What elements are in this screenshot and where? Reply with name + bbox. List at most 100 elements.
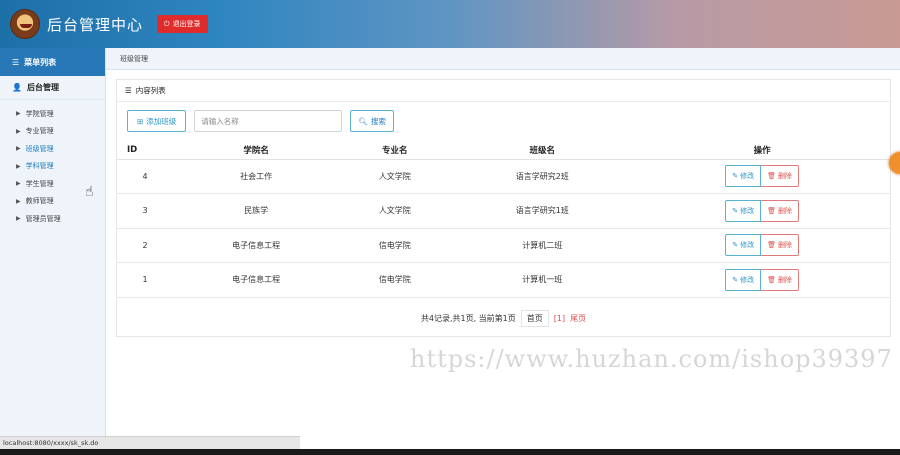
cell-class: 计算机二班 <box>450 228 635 263</box>
edit-button[interactable]: ✎ 修改 <box>725 234 762 257</box>
cell-actions: ✎ 修改 🗑︎ 删除 <box>634 193 890 229</box>
sidebar-item-label: 专业管理 <box>25 127 54 136</box>
table-row: 3 民族学 人文学院 语言学研究1班 ✎ 修改 🗑︎ 删除 <box>117 193 890 229</box>
cell-id: 3 <box>117 193 173 229</box>
cell-id: 1 <box>117 262 173 298</box>
sidebar-item-label: 学生管理 <box>25 179 54 188</box>
cell-college: 电子信息工程 <box>173 228 340 263</box>
delete-label: 删除 <box>778 275 793 284</box>
list-icon: ☰ <box>125 86 132 95</box>
search-button[interactable]: 🔍︎ 搜索 <box>350 110 394 132</box>
table-header-row: ID 学院名 专业名 班级名 操作 <box>117 141 890 160</box>
caret-right-icon: ▶ <box>16 197 21 205</box>
add-class-label: 添加班级 <box>146 116 177 126</box>
sidebar-item-class[interactable]: ▶ 班级管理 <box>0 140 105 158</box>
caret-right-icon: ▶ <box>16 145 21 153</box>
page-1-link[interactable]: [1] <box>554 314 565 323</box>
top-header: 后台管理中心 ⏻ 退出登录 <box>0 0 900 48</box>
breadcrumb-current: 班级管理 <box>120 54 148 63</box>
sidebar-group-header[interactable]: 👤 后台管理 <box>0 76 105 100</box>
app-title: 后台管理中心 <box>47 15 144 34</box>
list-icon: ☰ <box>12 57 20 67</box>
table-row: 1 电子信息工程 信电学院 计算机一班 ✎ 修改 🗑︎ 删除 <box>117 262 890 298</box>
delete-label: 删除 <box>778 172 793 181</box>
delete-label: 删除 <box>778 206 793 215</box>
content-panel: ☰ 内容列表 ⊞ 添加班级 🔍︎ 搜索 ID 学院名 专业名 班级名 操作 4 <box>116 79 891 337</box>
edit-label: 修改 <box>740 275 755 284</box>
search-input[interactable] <box>194 110 343 132</box>
group-title: 后台管理 <box>26 83 59 92</box>
caret-right-icon: ▶ <box>16 110 21 118</box>
trash-icon: 🗑︎ <box>767 172 777 181</box>
sidebar-item-admin[interactable]: ▶ 管理员管理 <box>0 210 105 228</box>
browser-status-bar: localhost:8080/xxxx/sk_sk.do <box>0 436 300 449</box>
caret-right-icon: ▶ <box>16 215 21 223</box>
trash-icon: 🗑︎ <box>767 241 777 250</box>
edit-icon: ✎ <box>732 206 739 215</box>
table-row: 2 电子信息工程 信电学院 计算机二班 ✎ 修改 🗑︎ 删除 <box>117 228 890 263</box>
cell-college: 社会工作 <box>173 159 340 194</box>
sidebar-menu-list: ▶ 学院管理 ▶ 专业管理 ▶ 班级管理 ▶ 学科管理 ▶ 学生管理 ▶ 教师管… <box>0 100 105 228</box>
panel-title: 内容列表 <box>135 86 166 95</box>
sidebar-item-label: 学院管理 <box>25 109 54 118</box>
menu-title: 菜单列表 <box>24 57 57 67</box>
delete-button[interactable]: 🗑︎ 删除 <box>761 165 800 188</box>
edit-label: 修改 <box>740 172 755 181</box>
cell-major: 信电学院 <box>339 262 451 298</box>
column-header-actions: 操作 <box>634 141 890 160</box>
edit-icon: ✎ <box>732 275 739 284</box>
hand-cursor-icon: ☝ <box>85 184 94 200</box>
sidebar-item-subject[interactable]: ▶ 学科管理 <box>0 158 105 176</box>
logout-button[interactable]: ⏻ 退出登录 <box>157 15 208 33</box>
cell-id: 4 <box>117 159 173 194</box>
caret-right-icon: ▶ <box>16 162 21 170</box>
cell-college: 民族学 <box>173 193 340 229</box>
user-icon: 👤 <box>12 83 22 92</box>
plus-square-icon: ⊞ <box>137 116 144 126</box>
edit-button[interactable]: ✎ 修改 <box>725 268 762 291</box>
panel-header: ☰ 内容列表 <box>117 80 890 102</box>
edit-button[interactable]: ✎ 修改 <box>725 199 762 222</box>
toolbar: ⊞ 添加班级 🔍︎ 搜索 <box>127 110 394 132</box>
sidebar-item-college[interactable]: ▶ 学院管理 <box>0 105 105 123</box>
cell-college: 电子信息工程 <box>173 262 340 298</box>
column-header-class: 班级名 <box>450 141 635 160</box>
watermark: https://www.huzhan.com/ishop39397 <box>410 345 893 373</box>
column-header-college: 学院名 <box>173 141 340 160</box>
edit-label: 修改 <box>740 206 755 215</box>
caret-right-icon: ▶ <box>16 180 21 188</box>
first-page-button[interactable]: 首页 <box>520 310 549 327</box>
logout-label: 退出登录 <box>172 20 201 28</box>
cell-actions: ✎ 修改 🗑︎ 删除 <box>634 228 890 263</box>
os-taskbar <box>0 449 900 455</box>
edit-button[interactable]: ✎ 修改 <box>725 165 762 188</box>
cell-major: 人文学院 <box>339 159 451 194</box>
sidebar-item-label: 班级管理 <box>25 144 54 153</box>
edit-icon: ✎ <box>732 172 739 181</box>
delete-label: 删除 <box>778 241 793 250</box>
column-header-major: 专业名 <box>339 141 451 160</box>
cell-id: 2 <box>117 228 173 263</box>
sidebar-item-label: 教师管理 <box>25 197 54 206</box>
sidebar-menu-header: ☰ 菜单列表 <box>0 48 105 76</box>
sidebar: ☰ 菜单列表 👤 后台管理 ▶ 学院管理 ▶ 专业管理 ▶ 班级管理 ▶ 学科管… <box>0 48 106 436</box>
add-class-button[interactable]: ⊞ 添加班级 <box>127 110 187 132</box>
cell-actions: ✎ 修改 🗑︎ 删除 <box>634 262 890 298</box>
delete-button[interactable]: 🗑︎ 删除 <box>761 234 800 257</box>
search-label: 搜索 <box>370 116 386 126</box>
last-page-link[interactable]: 尾页 <box>570 313 586 324</box>
trash-icon: 🗑︎ <box>767 206 777 215</box>
sidebar-item-label: 管理员管理 <box>25 214 61 223</box>
cell-class: 语言学研究2班 <box>450 159 635 194</box>
cell-class: 语言学研究1班 <box>450 193 635 229</box>
cell-class: 计算机一班 <box>450 262 635 298</box>
breadcrumb: 班级管理 <box>106 48 900 70</box>
table-row: 4 社会工作 人文学院 语言学研究2班 ✎ 修改 🗑︎ 删除 <box>117 159 890 194</box>
status-url: localhost:8080/xxxx/sk_sk.do <box>3 439 99 447</box>
delete-button[interactable]: 🗑︎ 删除 <box>761 268 800 291</box>
caret-right-icon: ▶ <box>16 127 21 135</box>
delete-button[interactable]: 🗑︎ 删除 <box>761 199 800 222</box>
power-icon: ⏻ <box>164 19 170 28</box>
sidebar-item-major[interactable]: ▶ 专业管理 <box>0 123 105 141</box>
cell-actions: ✎ 修改 🗑︎ 删除 <box>634 159 890 194</box>
